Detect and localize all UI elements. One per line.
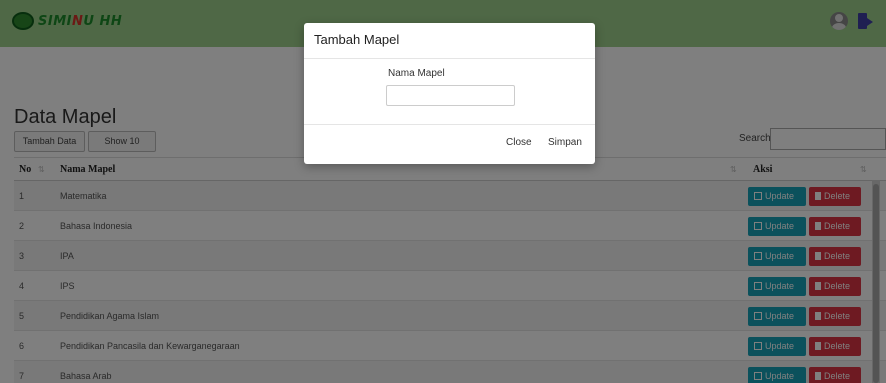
add-mapel-modal: Tambah Mapel Nama Mapel Close Simpan [304, 23, 595, 164]
modal-header-divider [304, 58, 595, 59]
close-button[interactable]: Close [506, 137, 532, 148]
save-button[interactable]: Simpan [548, 137, 582, 148]
nama-mapel-label: Nama Mapel [388, 68, 445, 79]
nama-mapel-input[interactable] [386, 85, 515, 106]
modal-title: Tambah Mapel [314, 32, 400, 47]
modal-footer-divider [304, 124, 595, 125]
